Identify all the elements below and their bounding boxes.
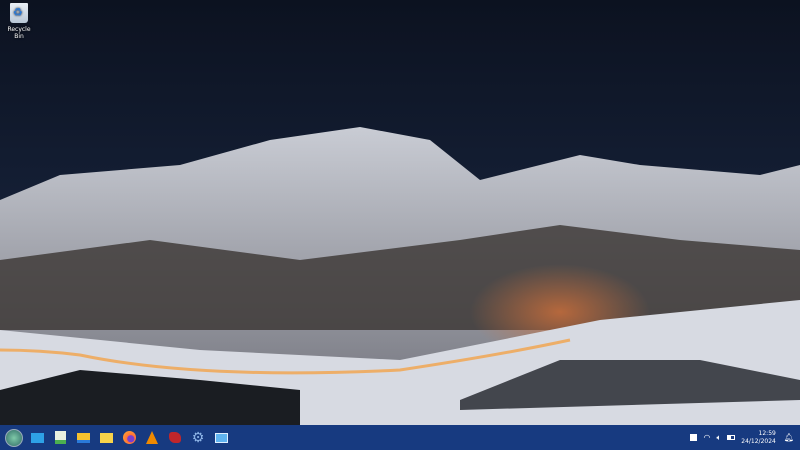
show-desktop-square-icon[interactable]: [690, 434, 698, 441]
taskbar-settings[interactable]: ⚙: [189, 429, 207, 447]
clock-date: 24/12/2024: [741, 437, 776, 445]
notification-bell-icon[interactable]: 🔔︎: [784, 433, 794, 442]
taskbar-show-desktop[interactable]: [28, 429, 46, 447]
gear-icon: ⚙: [191, 429, 205, 446]
clock-time: 12:59: [758, 429, 776, 437]
show-desktop-icon: [30, 432, 44, 443]
text-editor-icon: [54, 431, 66, 444]
desktop-icon-recycle-bin[interactable]: Recycle Bin: [2, 3, 36, 40]
taskbar-vlc[interactable]: [143, 429, 161, 447]
taskbar-file-manager[interactable]: [74, 429, 92, 447]
taskbar-firefox[interactable]: [120, 429, 138, 447]
desktop-wallpaper: [0, 0, 800, 425]
wifi-icon[interactable]: ◠: [703, 433, 710, 442]
taskbar-remote-desktop[interactable]: [212, 429, 230, 447]
vlc-icon: [146, 431, 158, 444]
red-app-icon: [169, 432, 181, 443]
battery-icon[interactable]: [727, 435, 736, 440]
taskbar-files[interactable]: [97, 429, 115, 447]
start-button[interactable]: [5, 428, 23, 447]
remote-desktop-icon: [214, 432, 228, 443]
desktop-icon-label: Recycle Bin: [7, 26, 31, 40]
clock[interactable]: 12:59 24/12/2024: [741, 430, 776, 446]
firefox-icon: [122, 431, 136, 444]
taskbar-text-editor[interactable]: [51, 429, 69, 447]
start-orb-icon: [5, 428, 23, 447]
volume-icon[interactable]: 🔈︎: [716, 433, 721, 443]
taskbar-red-app[interactable]: [166, 429, 184, 447]
folder-icon: [99, 432, 113, 443]
system-tray: ◠ 🔈︎ 12:59 24/12/2024 🔔︎: [690, 425, 800, 450]
recycle-bin-icon: [10, 3, 28, 23]
taskbar: ⚙ ◠ 🔈︎ 12:59 24/12/2024 🔔︎: [0, 425, 800, 450]
folder-icon: [76, 432, 90, 443]
